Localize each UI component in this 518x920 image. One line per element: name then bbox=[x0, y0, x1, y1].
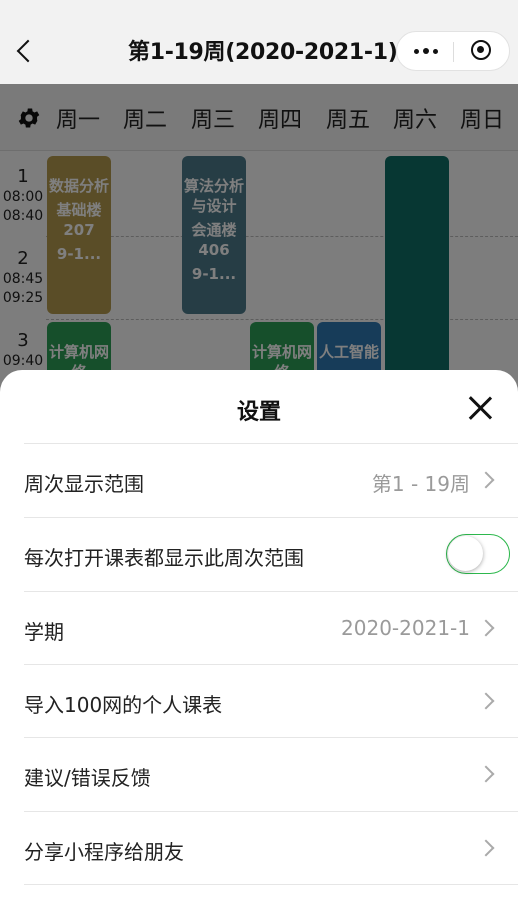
sheet-title: 设置 bbox=[236, 400, 281, 425]
always-show-range-row: 每次打开课表都显示此周次范围 bbox=[24, 517, 518, 592]
target-icon[interactable] bbox=[471, 40, 491, 60]
page-title: 第1-19周(2020-2021-1) bbox=[128, 40, 398, 65]
chevron-right-icon bbox=[477, 839, 495, 857]
top-nav-bar: 第1-19周(2020-2021-1) bbox=[0, 0, 518, 84]
week-range-row[interactable]: 周次显示范围 第1 - 19周 bbox=[24, 443, 518, 518]
row-label: 每次打开课表都显示此周次范围 bbox=[24, 546, 304, 570]
row-label: 分享小程序给朋友 bbox=[24, 840, 184, 864]
chevron-right-icon bbox=[477, 692, 495, 710]
settings-sheet: 设置 周次显示范围 第1 - 19周 每次打开课表都显示此周次范围 学期 202… bbox=[0, 370, 518, 920]
chevron-right-icon bbox=[477, 765, 495, 783]
row-label: 学期 bbox=[24, 620, 64, 644]
mini-program-capsule bbox=[396, 31, 510, 71]
row-value: 2020-2021-1 bbox=[341, 616, 470, 640]
feedback-row[interactable]: 建议/错误反馈 bbox=[24, 737, 518, 812]
row-label: 建议/错误反馈 bbox=[24, 766, 151, 790]
always-show-range-toggle[interactable] bbox=[446, 534, 510, 574]
chevron-right-icon bbox=[477, 619, 495, 637]
capsule-divider bbox=[453, 42, 454, 62]
share-row[interactable]: 分享小程序给朋友 bbox=[24, 811, 518, 886]
toggle-knob bbox=[448, 536, 483, 571]
chevron-right-icon bbox=[477, 471, 495, 489]
row-label: 周次显示范围 bbox=[24, 472, 144, 496]
divider bbox=[24, 884, 518, 885]
row-label: 导入100网的个人课表 bbox=[24, 693, 223, 717]
close-icon[interactable] bbox=[466, 394, 494, 422]
more-icon[interactable] bbox=[411, 40, 441, 62]
import-schedule-row[interactable]: 导入100网的个人课表 bbox=[24, 664, 518, 739]
row-value: 第1 - 19周 bbox=[371, 472, 470, 496]
back-icon[interactable] bbox=[14, 38, 36, 64]
semester-row[interactable]: 学期 2020-2021-1 bbox=[24, 591, 518, 666]
